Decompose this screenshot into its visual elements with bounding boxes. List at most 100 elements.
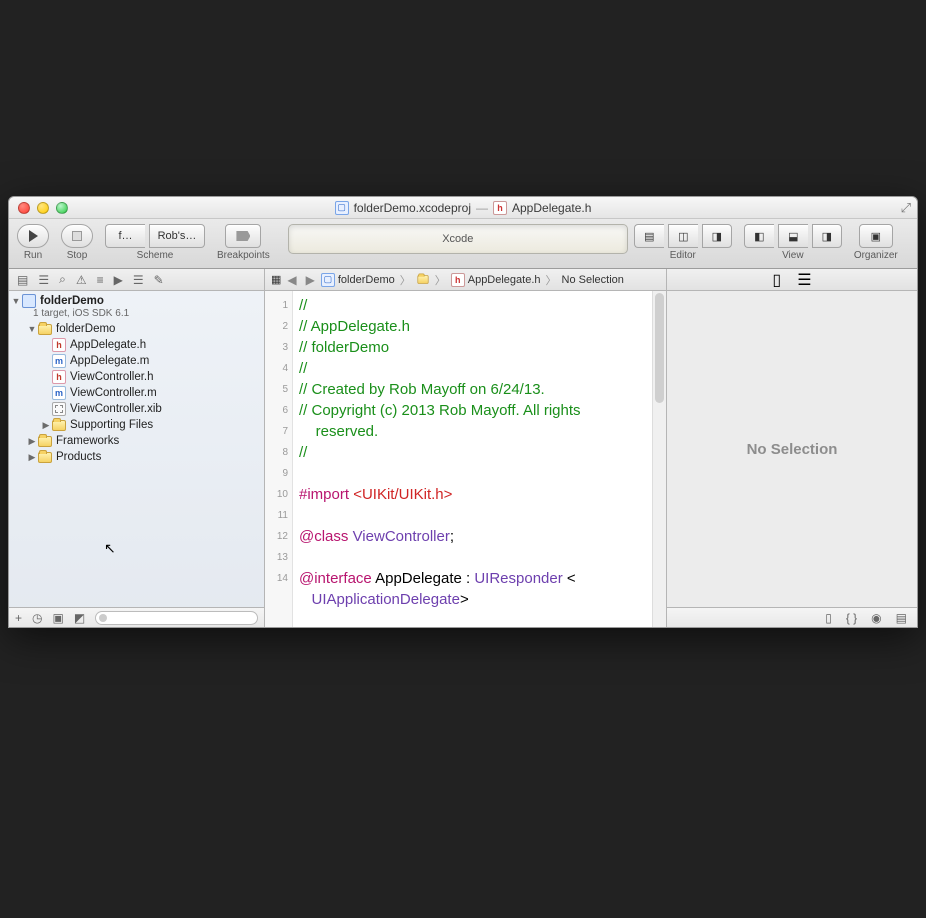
title-project: folderDemo.xcodeproj <box>354 201 471 215</box>
lcd-text: Xcode <box>442 233 473 245</box>
play-icon <box>29 230 38 242</box>
view-segmented[interactable]: ◧ ⬓ ◨ <box>744 224 842 248</box>
stop-icon <box>72 231 82 241</box>
scheme-selector[interactable]: f… Rob's… <box>105 224 205 248</box>
symbol-navigator-icon[interactable]: ☰ <box>38 273 49 287</box>
crumb-file[interactable]: AppDelegate.h <box>468 274 541 286</box>
project-subtitle: 1 target, iOS SDK 6.1 <box>33 308 264 319</box>
project-icon: ▢ <box>335 201 349 215</box>
run-label: Run <box>24 250 42 261</box>
chevron-right-icon: 〉 <box>544 272 559 288</box>
quick-help-inspector-icon[interactable]: ☰ <box>797 270 811 290</box>
assistant-editor-button[interactable]: ◫ <box>668 224 698 248</box>
debug-navigator-icon[interactable]: ▶ <box>114 273 123 287</box>
jump-bar-row: ▤ ☰ ⌕ ⚠ ≡ ▶ ☰ ✎ ▦ ◀ ▶ ▢folderDemo 〉 〉 hA… <box>9 269 917 291</box>
navigator-pane: ▼folderDemo1 target, iOS SDK 6.1▼folderD… <box>9 291 265 627</box>
view-label: View <box>782 250 804 261</box>
jump-bar[interactable]: ▦ ◀ ▶ ▢folderDemo 〉 〉 hAppDelegate.h 〉 N… <box>265 269 667 290</box>
add-button[interactable]: + <box>15 611 22 625</box>
tree-folder[interactable]: ▶Supporting Files <box>9 417 264 433</box>
line-gutter: 1234567891011121314 <box>265 291 293 627</box>
header-file-icon: h <box>451 273 465 287</box>
related-items-icon[interactable]: ▦ <box>271 273 281 286</box>
scheme-label: Scheme <box>137 250 174 261</box>
tree-file[interactable]: hViewController.h <box>9 369 264 385</box>
fullscreen-icon[interactable]: ⤢ <box>901 200 911 216</box>
object-library-icon[interactable]: ◉ <box>871 611 881 625</box>
inspector-selector: ▯ ☰ <box>667 269 917 290</box>
navigator-footer: + ◷ ▣ ◩ <box>9 607 264 627</box>
scrollbar-thumb[interactable] <box>655 293 664 403</box>
header-file-icon: h <box>493 201 507 215</box>
project-icon: ▢ <box>321 273 335 287</box>
tree-folder[interactable]: ▼folderDemo <box>9 321 264 337</box>
scheme-destination[interactable]: Rob's… <box>149 224 205 248</box>
window-title: ▢ folderDemo.xcodeproj — h AppDelegate.h <box>9 201 917 215</box>
forward-button[interactable]: ▶ <box>303 273 318 287</box>
titlebar: ▢ folderDemo.xcodeproj — h AppDelegate.h… <box>9 197 917 219</box>
stop-button[interactable] <box>61 224 93 248</box>
code-editor[interactable]: 1234567891011121314 //// AppDelegate.h//… <box>265 291 667 627</box>
close-button[interactable] <box>18 202 30 214</box>
toggle-debug-button[interactable]: ⬓ <box>778 224 808 248</box>
test-navigator-icon[interactable]: ≡ <box>97 273 104 287</box>
chevron-right-icon: 〉 <box>398 272 413 288</box>
chevron-right-icon: 〉 <box>433 272 448 288</box>
issue-navigator-icon[interactable]: ⚠ <box>76 273 87 287</box>
inspector-empty: No Selection <box>667 291 917 607</box>
filter-icon[interactable]: ◩ <box>74 611 85 625</box>
activity-lcd: Xcode <box>288 224 628 254</box>
version-editor-button[interactable]: ◨ <box>702 224 732 248</box>
window-body: ▼folderDemo1 target, iOS SDK 6.1▼folderD… <box>9 291 917 627</box>
folder-icon <box>417 275 428 284</box>
title-separator: — <box>476 201 488 215</box>
file-template-library-icon[interactable]: ▯ <box>825 611 832 625</box>
project-tree[interactable]: ▼folderDemo1 target, iOS SDK 6.1▼folderD… <box>9 291 264 607</box>
tree-file[interactable]: hAppDelegate.h <box>9 337 264 353</box>
navigator-selector: ▤ ☰ ⌕ ⚠ ≡ ▶ ☰ ✎ <box>9 269 265 290</box>
recent-icon[interactable]: ◷ <box>32 611 42 625</box>
log-navigator-icon[interactable]: ✎ <box>154 273 164 287</box>
title-file: AppDelegate.h <box>512 201 591 215</box>
run-button[interactable] <box>17 224 49 248</box>
stop-label: Stop <box>67 250 88 261</box>
editor-mode-segmented[interactable]: ▤ ◫ ◨ <box>634 224 732 248</box>
tree-file[interactable]: ViewController.xib <box>9 401 264 417</box>
breakpoint-navigator-icon[interactable]: ☰ <box>133 273 144 287</box>
xcode-window: ▢ folderDemo.xcodeproj — h AppDelegate.h… <box>8 196 918 628</box>
back-button[interactable]: ◀ <box>284 273 299 287</box>
toolbar: Run Stop f… Rob's… Scheme Breakpoints Xc… <box>9 219 917 269</box>
tree-folder[interactable]: ▶Products <box>9 449 264 465</box>
editor-label: Editor <box>670 250 696 261</box>
search-icon <box>99 614 107 622</box>
tree-file[interactable]: mAppDelegate.m <box>9 353 264 369</box>
media-library-icon[interactable]: ▤ <box>896 611 907 625</box>
project-root[interactable]: ▼folderDemo <box>9 293 264 309</box>
scm-status-icon[interactable]: ▣ <box>53 611 64 625</box>
window-controls <box>9 202 68 214</box>
tree-file[interactable]: mViewController.m <box>9 385 264 401</box>
zoom-button[interactable] <box>56 202 68 214</box>
breakpoint-icon <box>236 231 250 241</box>
breakpoints-button[interactable] <box>225 224 261 248</box>
breakpoints-label: Breakpoints <box>217 250 270 261</box>
code-snippet-library-icon[interactable]: { } <box>846 611 857 625</box>
file-inspector-icon[interactable]: ▯ <box>772 270 781 290</box>
code-area[interactable]: //// AppDelegate.h// folderDemo//// Crea… <box>293 291 652 627</box>
scheme-target[interactable]: f… <box>105 224 145 248</box>
crumb-selection[interactable]: No Selection <box>562 274 624 286</box>
search-navigator-icon[interactable]: ⌕ <box>59 272 66 287</box>
toggle-navigator-button[interactable]: ◧ <box>744 224 774 248</box>
standard-editor-button[interactable]: ▤ <box>634 224 664 248</box>
library-selector: ▯ { } ◉ ▤ <box>667 607 917 627</box>
filter-field[interactable] <box>95 611 258 625</box>
editor-scrollbar[interactable] <box>652 291 666 627</box>
organizer-label: Organizer <box>854 250 898 261</box>
toggle-utilities-button[interactable]: ◨ <box>812 224 842 248</box>
organizer-button[interactable]: ▣ <box>859 224 893 248</box>
minimize-button[interactable] <box>37 202 49 214</box>
utilities-pane: No Selection ▯ { } ◉ ▤ <box>667 291 917 627</box>
crumb-project[interactable]: folderDemo <box>338 274 395 286</box>
project-navigator-icon[interactable]: ▤ <box>17 273 28 287</box>
tree-folder[interactable]: ▶Frameworks <box>9 433 264 449</box>
